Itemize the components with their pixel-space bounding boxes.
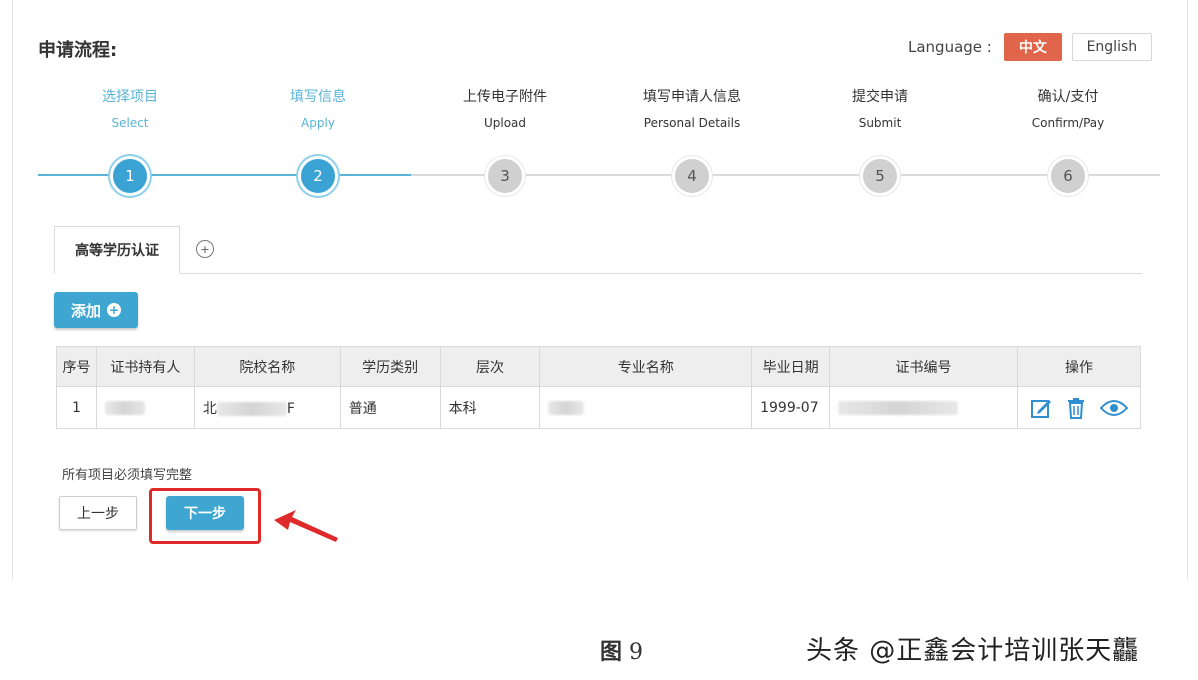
- step-number: 4: [672, 156, 712, 196]
- language-chinese-button[interactable]: 中文: [1003, 33, 1062, 61]
- cell-cert-number-redacted: [829, 386, 1018, 429]
- cell-holder-redacted: [95, 386, 195, 429]
- table-header-row: 序号 证书持有人 院校名称 学历类别 层次 专业名称 毕业日期 证书编号 操作: [56, 346, 1142, 387]
- step-number: 2: [298, 156, 338, 196]
- step-label-cn: 选择项目: [102, 89, 158, 105]
- figure-number: 9: [629, 640, 644, 665]
- figure-label: 图: [600, 639, 623, 665]
- cell-index: 1: [56, 386, 97, 429]
- edit-icon[interactable]: [1030, 397, 1052, 419]
- step-label-en: Confirm/Pay: [1031, 116, 1105, 130]
- col-school: 院校名称: [193, 346, 341, 387]
- school-suffix: F: [286, 400, 295, 417]
- step-label-en: Upload: [483, 116, 527, 130]
- step-select: 选择项目 Select 1: [50, 86, 210, 196]
- step-number: 6: [1048, 156, 1088, 196]
- trash-icon[interactable]: [1066, 397, 1086, 419]
- language-label: Language :: [908, 38, 992, 56]
- school-prefix: 北: [202, 400, 217, 417]
- step-number: 1: [110, 156, 150, 196]
- figure-caption: 图 9: [600, 634, 643, 666]
- language-english-button[interactable]: English: [1071, 33, 1152, 61]
- next-step-button[interactable]: 下一步: [166, 496, 244, 530]
- tab-bar: 高等学历认证 +: [54, 226, 1142, 274]
- tab-higher-education-cert[interactable]: 高等学历认证: [54, 226, 180, 274]
- step-number: 3: [485, 156, 525, 196]
- col-actions: 操作: [1016, 346, 1142, 387]
- cell-actions: [1016, 386, 1142, 429]
- step-label-en: Select: [111, 116, 149, 130]
- step-label-en: Personal Details: [643, 116, 741, 130]
- pointer-arrow-icon: [274, 510, 338, 542]
- col-major: 专业名称: [539, 346, 753, 387]
- step-number: 5: [860, 156, 900, 196]
- cell-category: 普通: [339, 386, 441, 429]
- step-label-en: Submit: [858, 116, 902, 130]
- step-apply: 填写信息 Apply 2: [238, 86, 398, 196]
- watermark-text: 头条 @正鑫会计培训张天龘: [806, 636, 1140, 666]
- page-title: 申请流程:: [38, 40, 118, 61]
- col-grad-date: 毕业日期: [751, 346, 831, 387]
- language-switcher: Language : 中文 English: [908, 33, 1152, 61]
- progress-track-done: [38, 174, 411, 176]
- cell-grad-date: 1999-07: [751, 386, 831, 429]
- step-label-cn: 填写信息: [290, 89, 346, 105]
- add-button-label: 添加: [70, 301, 101, 320]
- cell-major-redacted: [539, 386, 753, 429]
- step-label-cn: 填写申请人信息: [643, 89, 741, 105]
- step-label-cn: 上传电子附件: [463, 89, 547, 105]
- col-level: 层次: [439, 346, 541, 387]
- progress-steps: 选择项目 Select 1 填写信息 Apply 2 上传电子附件 Upload…: [38, 86, 1160, 206]
- col-cert-number: 证书编号: [829, 346, 1018, 387]
- add-button[interactable]: 添加 +: [54, 292, 138, 328]
- step-upload: 上传电子附件 Upload 3: [425, 86, 585, 196]
- step-confirm-pay: 确认/支付 Confirm/Pay 6: [988, 86, 1148, 196]
- plus-circle-icon: +: [107, 303, 121, 317]
- add-tab-icon[interactable]: +: [196, 240, 214, 258]
- step-label-cn: 确认/支付: [1037, 89, 1099, 105]
- step-label-cn: 提交申请: [852, 89, 908, 105]
- step-personal-details: 填写申请人信息 Personal Details 4: [612, 86, 772, 196]
- col-category: 学历类别: [339, 346, 441, 387]
- step-submit: 提交申请 Submit 5: [800, 86, 960, 196]
- records-table: 序号 证书持有人 院校名称 学历类别 层次 专业名称 毕业日期 证书编号 操作 …: [56, 346, 1142, 429]
- view-eye-icon[interactable]: [1099, 398, 1128, 418]
- col-index: 序号: [56, 346, 97, 387]
- cell-school: 北F: [193, 386, 341, 429]
- col-holder: 证书持有人: [95, 346, 195, 387]
- table-row: 1 北F 普通 本科 1999-07: [56, 386, 1142, 429]
- previous-step-button[interactable]: 上一步: [59, 496, 137, 530]
- cell-level: 本科: [439, 386, 541, 429]
- step-label-en: Apply: [301, 116, 335, 130]
- required-fields-hint: 所有项目必须填写完整: [62, 468, 193, 483]
